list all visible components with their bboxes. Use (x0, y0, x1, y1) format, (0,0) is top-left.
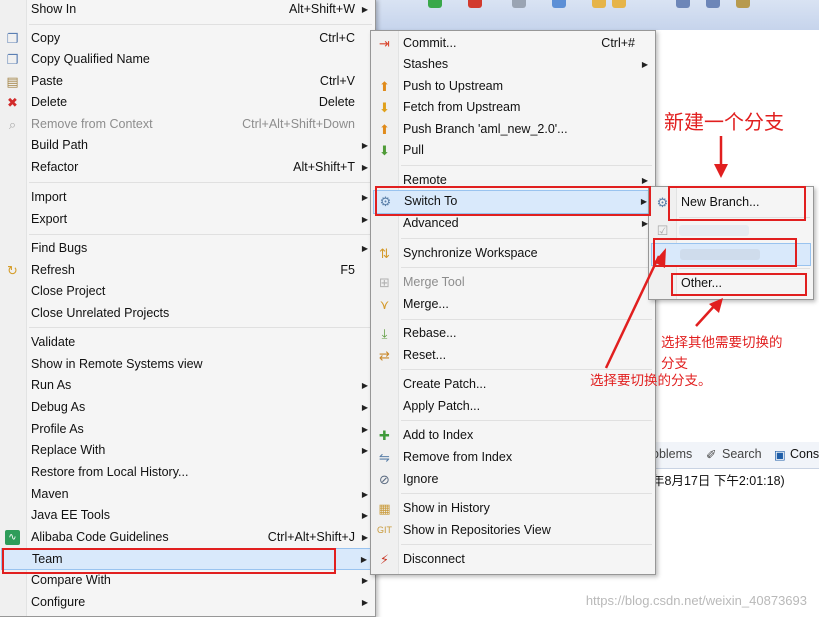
annotation-arrows (604, 136, 728, 369)
annotation-select-other-line2: 分支 (661, 356, 688, 372)
annotation-new-branch: 新建一个分支 (664, 110, 784, 134)
arrowhead-icon (714, 164, 728, 178)
arrow-to-branch (604, 255, 661, 369)
annotation-select-branch: 选择要切换的分支。 (590, 373, 712, 389)
annotation-select-other-line1: 选择其他需要切换的 (661, 335, 783, 351)
watermark: https://blog.csdn.net/weixin_40873693 (585, 593, 807, 608)
